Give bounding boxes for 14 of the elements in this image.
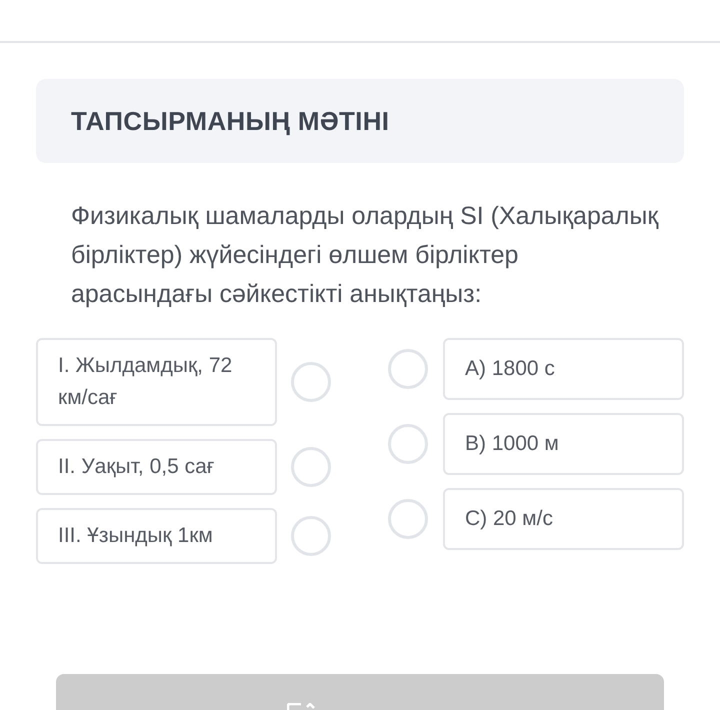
radio-button[interactable] [291, 362, 331, 402]
radio-button[interactable] [388, 349, 428, 389]
answer-option[interactable]: II. Уақыт, 0,5 сағ [36, 439, 277, 495]
radio-button[interactable] [388, 424, 428, 464]
answer-option[interactable]: C) 20 м/с [443, 488, 684, 550]
answer-option[interactable]: A) 1800 с [443, 338, 684, 400]
radio-button[interactable] [388, 499, 428, 539]
answer-option[interactable]: I. Жылдамдық, 72 км/сағ [36, 338, 277, 426]
radio-button[interactable] [291, 516, 331, 556]
section-title: ТАПСЫРМАНЫҢ МӘТІНІ [71, 106, 390, 136]
question-text: Физикалық шамаларды олардың SI (Халықаралық бірліктер) жүйесіндегі өлшем бірліктер арасындағы сәйкестікті анықтаңыз: [71, 201, 660, 310]
answer-option[interactable]: III. Ұзындық 1км [36, 508, 277, 564]
radio-button[interactable] [291, 447, 331, 487]
answer-option[interactable]: B) 1000 м [443, 413, 684, 475]
